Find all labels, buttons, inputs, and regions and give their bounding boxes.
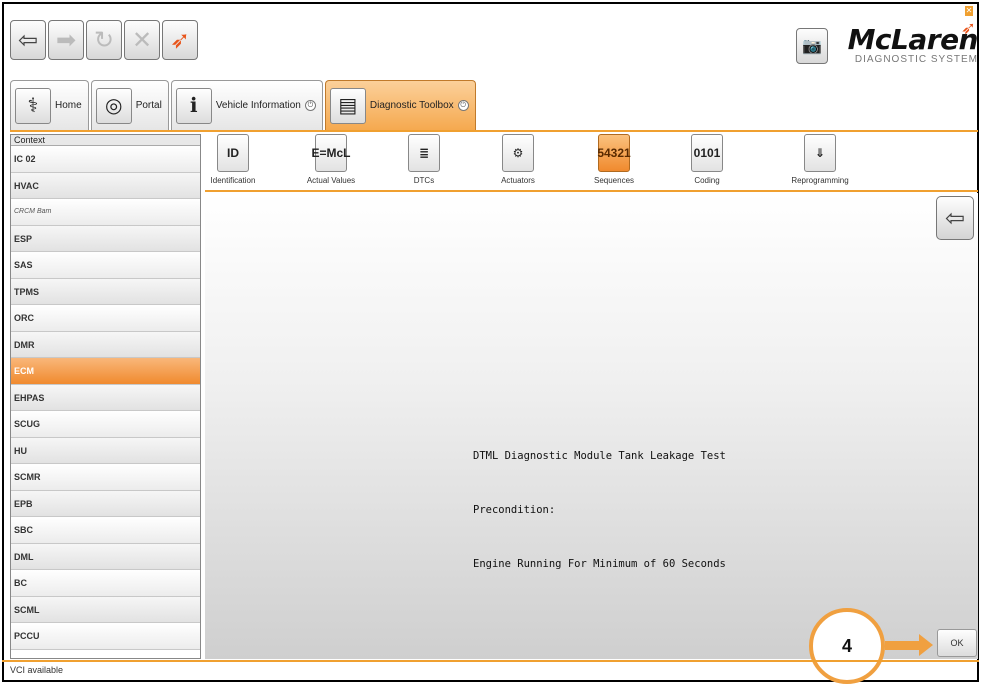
- function-actual-values[interactable]: E=McL Actual Values: [286, 134, 376, 185]
- context-header: Context: [11, 135, 200, 146]
- context-item-esp[interactable]: ESP: [11, 225, 200, 252]
- context-item-dmr[interactable]: DMR: [11, 331, 200, 358]
- annotation-arrow: [885, 641, 921, 650]
- brand-subtitle: DIAGNOSTIC SYSTEM: [854, 54, 978, 65]
- sequence-message: DTML Diagnostic Module Tank Leakage Test…: [473, 411, 726, 591]
- brand-logo: ➶ McLaren DIAGNOSTIC SYSTEM: [838, 18, 979, 65]
- main-tabs: ⚕ Home ◎ Portal ℹ Vehicle Information ⏻ …: [10, 80, 478, 130]
- context-item-crcm-bam[interactable]: CRCM Bam: [11, 199, 200, 226]
- context-item-ecm[interactable]: ECM: [11, 358, 200, 385]
- context-item-scmr[interactable]: SCMR: [11, 464, 200, 491]
- function-reprogramming[interactable]: ⇓ Reprogramming: [775, 134, 865, 185]
- window-close-icon[interactable]: ✕: [965, 6, 973, 16]
- refresh-button[interactable]: ↻: [86, 20, 122, 60]
- context-item-hvac[interactable]: HVAC: [11, 172, 200, 199]
- back-arrow-icon: ⇦: [944, 204, 966, 232]
- portal-icon: ◎: [95, 87, 132, 124]
- function-label: Actuators: [501, 176, 535, 185]
- function-label: Identification: [210, 176, 256, 185]
- function-sequences[interactable]: 54321 Sequences: [569, 134, 659, 185]
- actual-values-icon: E=McL: [312, 134, 351, 172]
- tab-home[interactable]: ⚕ Home: [10, 80, 89, 130]
- back-button[interactable]: ⇦: [10, 20, 46, 60]
- context-item-dml[interactable]: DML: [11, 543, 200, 570]
- context-list: Context IC 02 HVAC CRCM Bam ESP SAS TPMS ORC DM…: [10, 134, 201, 659]
- brand-name: McLaren: [847, 23, 979, 56]
- function-label: Reprogramming: [791, 176, 849, 185]
- stethoscope-icon: ⚕: [15, 87, 51, 124]
- actuators-icon: ⚙: [502, 134, 534, 172]
- tab-vehicle-information[interactable]: ℹ Vehicle Information ⏻: [170, 80, 323, 130]
- context-item-hu[interactable]: HU: [11, 437, 200, 464]
- function-label: DTCs: [413, 176, 435, 185]
- function-actuators[interactable]: ⚙ Actuators: [473, 134, 563, 185]
- power-icon[interactable]: ⏻: [457, 100, 469, 111]
- step-number-badge: 4: [809, 608, 885, 684]
- info-icon: ℹ: [175, 87, 212, 124]
- context-item-scug[interactable]: SCUG: [11, 411, 200, 438]
- function-toolbar: ID Identification E=McL Actual Values ≣ DTCs ⚙…: [205, 134, 978, 190]
- context-item-orc[interactable]: ORC: [11, 305, 200, 332]
- function-label: Coding: [694, 176, 720, 185]
- ok-button[interactable]: OK: [937, 629, 977, 657]
- coding-icon: 0101: [691, 134, 723, 172]
- context-item-sbc[interactable]: SBC: [11, 517, 200, 544]
- step-back-button[interactable]: ⇦: [936, 196, 974, 240]
- function-divider: [205, 190, 978, 192]
- identification-icon: ID: [217, 134, 249, 172]
- tab-label: Home: [55, 100, 82, 111]
- mclaren-swoosh-icon: ➶: [960, 18, 976, 38]
- context-item-scml[interactable]: SCML: [11, 596, 200, 623]
- refresh-icon: ↻: [93, 26, 115, 54]
- camera-icon: 📷: [802, 38, 822, 55]
- function-label: Sequences: [593, 176, 635, 185]
- sequences-icon: 54321: [597, 134, 631, 172]
- reprogramming-icon: ⇓: [804, 134, 836, 172]
- main-toolbar: ⇦ ➡ ↻ ✕ ➶: [10, 20, 198, 60]
- tab-portal[interactable]: ◎ Portal: [90, 80, 169, 130]
- status-text: VCI available: [10, 665, 64, 675]
- context-item-ehpas[interactable]: EHPAS: [11, 384, 200, 411]
- function-label: Actual Values: [306, 176, 356, 185]
- dtcs-icon: ≣: [408, 134, 440, 172]
- message-line: Engine Running For Minimum of 60 Seconds: [473, 558, 726, 570]
- tab-label: Diagnostic Toolbox: [369, 100, 454, 111]
- tab-label: Portal: [135, 100, 162, 111]
- context-item-tpms[interactable]: TPMS: [11, 278, 200, 305]
- context-item-ic-02[interactable]: IC 02: [11, 146, 200, 173]
- mclaren-home-button[interactable]: ➶: [162, 20, 198, 60]
- message-line: DTML Diagnostic Module Tank Leakage Test: [473, 450, 726, 462]
- screenshot-button[interactable]: 📷: [796, 28, 828, 64]
- power-icon[interactable]: ⏻: [304, 100, 316, 111]
- forward-button[interactable]: ➡: [48, 20, 84, 60]
- annotation-arrow-head: [919, 634, 933, 656]
- tabs-divider: [10, 130, 978, 132]
- mclaren-swoosh-icon: ➶: [169, 26, 191, 54]
- function-identification[interactable]: ID Identification: [188, 134, 278, 185]
- function-dtcs[interactable]: ≣ DTCs: [379, 134, 469, 185]
- cancel-button[interactable]: ✕: [124, 20, 160, 60]
- status-divider: [2, 660, 979, 662]
- toolbox-icon: ▤: [329, 87, 366, 124]
- context-item-epb[interactable]: EPB: [11, 490, 200, 517]
- tab-label: Vehicle Information: [215, 100, 301, 111]
- back-arrow-icon: ⇦: [17, 26, 39, 54]
- context-item-pccu[interactable]: PCCU: [11, 623, 200, 650]
- message-line: Precondition:: [473, 504, 556, 516]
- context-item-sas[interactable]: SAS: [11, 252, 200, 279]
- context-item-bc[interactable]: BC: [11, 570, 200, 597]
- function-coding[interactable]: 0101 Coding: [662, 134, 752, 185]
- forward-arrow-icon: ➡: [55, 26, 77, 54]
- tab-diagnostic-toolbox[interactable]: ▤ Diagnostic Toolbox ⏻: [324, 80, 476, 130]
- close-icon: ✕: [131, 26, 153, 54]
